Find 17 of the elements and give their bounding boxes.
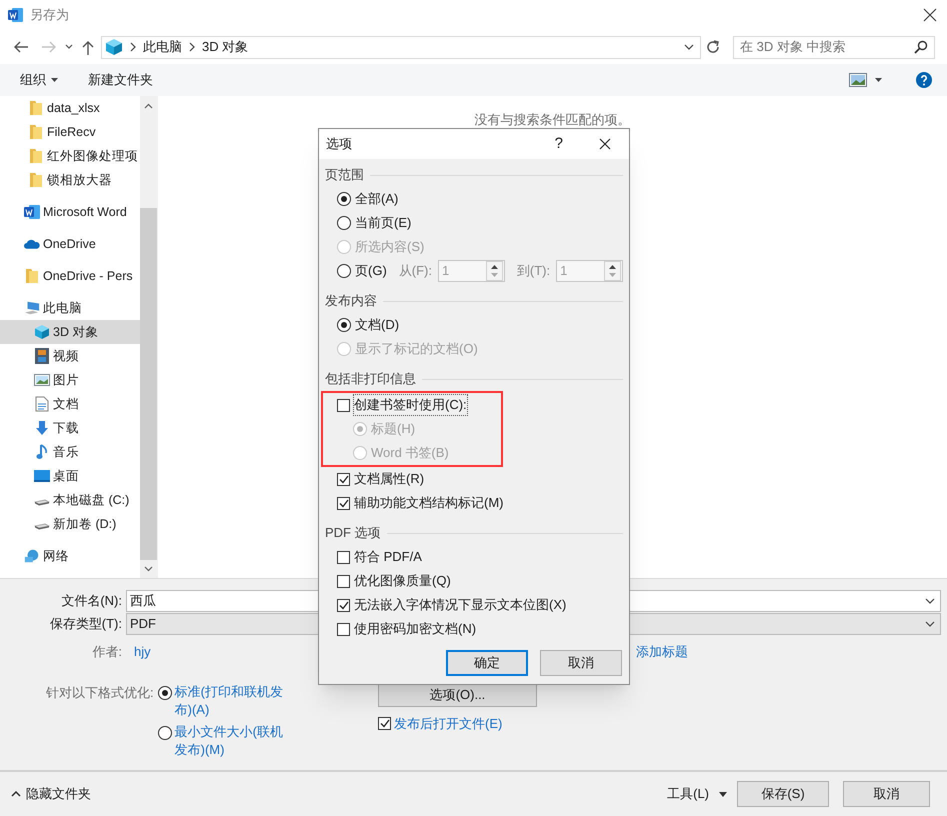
option-label: Word 书签(B)	[371, 444, 449, 462]
field-label: 到(T):	[516, 262, 550, 280]
empty-message: 没有与搜索条件匹配的项。	[474, 111, 630, 128]
section-heading: 发布内容	[325, 292, 377, 310]
field-label: 保存类型(T):	[48, 615, 122, 634]
section-heading: PDF 选项	[325, 524, 381, 542]
section-heading: 页范围	[325, 166, 364, 184]
section-heading: 包括非打印信息	[325, 370, 416, 388]
option-label: 所选内容(S)	[355, 238, 424, 256]
dialog-title: 选项	[326, 135, 352, 154]
window-title: 另存为	[30, 6, 69, 24]
field-label: 从(F):	[398, 262, 432, 280]
option-label: 标题(H)	[371, 420, 416, 438]
field-label: 文件名(N):	[60, 592, 122, 610]
field-label: 作者:	[91, 643, 122, 662]
field-label: 针对以下格式优化:	[46, 684, 154, 702]
option-label: 显示了标记的文档(O)	[355, 340, 478, 358]
